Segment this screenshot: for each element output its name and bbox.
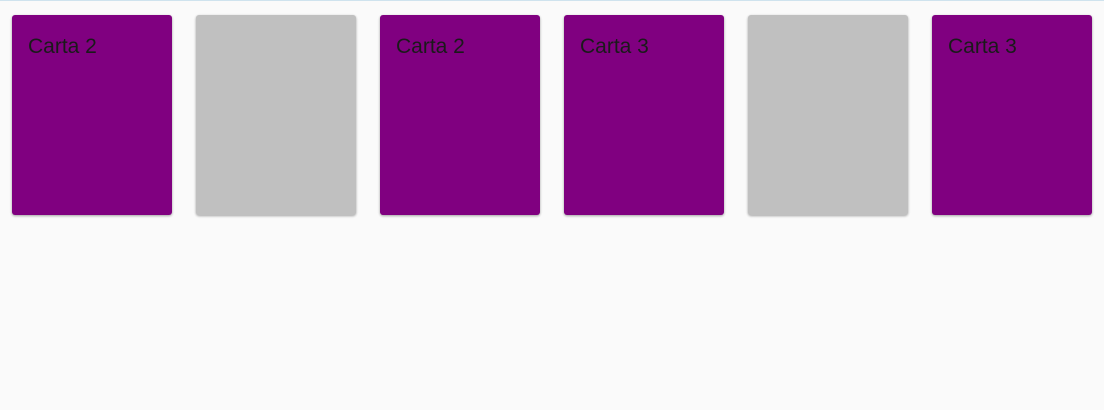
card-row: Carta 2 Carta 2 Carta 3 Carta 3: [12, 15, 1092, 215]
card-6[interactable]: Carta 3: [932, 15, 1092, 215]
card-4[interactable]: Carta 3: [564, 15, 724, 215]
memory-game-board: Carta 2 Carta 2 Carta 3 Carta 3: [0, 0, 1104, 410]
card-6-label: Carta 3: [948, 35, 1017, 58]
card-1[interactable]: Carta 2: [12, 15, 172, 215]
card-4-label: Carta 3: [580, 35, 649, 58]
card-5[interactable]: [748, 15, 908, 215]
card-3-label: Carta 2: [396, 35, 465, 58]
card-3[interactable]: Carta 2: [380, 15, 540, 215]
card-1-label: Carta 2: [28, 35, 97, 58]
card-2[interactable]: [196, 15, 356, 215]
